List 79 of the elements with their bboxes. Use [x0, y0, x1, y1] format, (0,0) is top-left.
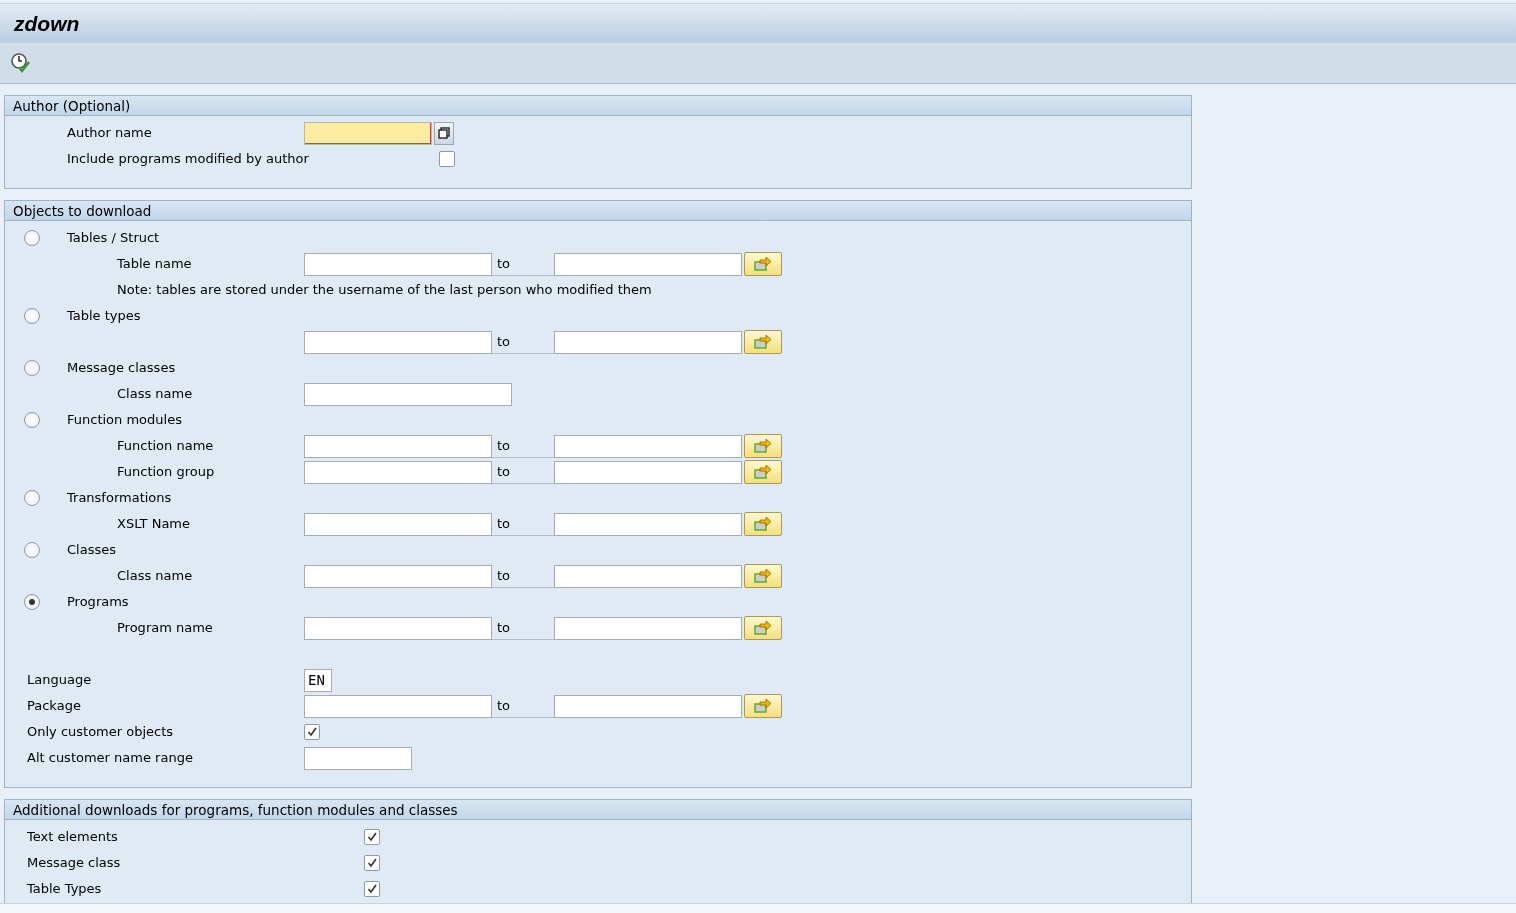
group-box-title: Objects to download — [5, 200, 1191, 221]
execute-icon[interactable] — [10, 52, 32, 74]
note-text: Note: tables are stored under the username of the last person who modified them — [117, 281, 652, 300]
arrow-icon — [753, 334, 773, 350]
range-from-field[interactable] — [304, 564, 492, 588]
option-label: Table types — [67, 307, 141, 326]
radio-button[interactable] — [24, 360, 40, 376]
field-label: XSLT Name — [117, 515, 191, 534]
range-to-field[interactable] — [554, 564, 742, 588]
field-label: Language — [27, 671, 92, 690]
field-label: Class name — [117, 385, 193, 404]
field-label: Author name — [67, 124, 152, 143]
range-from-field[interactable] — [304, 434, 492, 458]
radio-button[interactable] — [24, 542, 40, 558]
window-title: zdown — [14, 10, 80, 37]
range-to-field[interactable] — [554, 694, 742, 718]
range-to-field[interactable] — [554, 616, 742, 640]
range-from-field[interactable] — [304, 616, 492, 640]
option-label: Classes — [67, 541, 116, 560]
option-label: Tables / Struct — [67, 229, 160, 248]
field-label: Only customer objects — [27, 723, 174, 742]
range-from-field[interactable] — [304, 330, 492, 354]
checkbox[interactable] — [364, 881, 380, 897]
field-label: Package — [27, 697, 81, 716]
radio-button[interactable] — [24, 230, 40, 246]
field-label: Alt customer name range — [27, 749, 193, 768]
multiple-selection-button[interactable] — [744, 434, 782, 458]
multiple-selection-button[interactable] — [744, 694, 782, 718]
field-label: Function group — [117, 463, 215, 482]
range-from-field[interactable] — [304, 460, 492, 484]
multiple-selection-button[interactable] — [744, 616, 782, 640]
input-field[interactable] — [304, 382, 512, 406]
arrow-icon — [753, 256, 773, 272]
range-to-field[interactable] — [554, 330, 742, 354]
field-label: Text elements — [27, 828, 118, 847]
group-box-title: Additional downloads for programs, function modules and classes — [5, 799, 1191, 820]
checkbox[interactable] — [304, 724, 320, 740]
field-label: Class name — [117, 567, 193, 586]
checkbox[interactable] — [364, 855, 380, 871]
arrow-icon — [753, 698, 773, 714]
range-to-field[interactable] — [554, 252, 742, 276]
option-label: Transformations — [67, 489, 172, 508]
option-label: Function modules — [67, 411, 182, 430]
field-label: Function name — [117, 437, 214, 456]
copy-icon — [438, 127, 450, 139]
range-to-field[interactable] — [554, 434, 742, 458]
field-label: Include programs modified by author — [67, 150, 309, 169]
field-label: Table name — [117, 255, 192, 274]
range-from-field[interactable] — [304, 252, 492, 276]
option-label: Programs — [67, 593, 129, 612]
range-to-field[interactable] — [554, 512, 742, 536]
checkbox[interactable] — [364, 829, 380, 845]
multiple-selection-button[interactable] — [744, 330, 782, 354]
multiple-selection-button[interactable] — [744, 252, 782, 276]
input-field[interactable] — [304, 746, 412, 770]
multiple-selection-button[interactable] — [744, 512, 782, 536]
value-help-button[interactable] — [434, 121, 454, 145]
radio-button[interactable] — [24, 594, 40, 610]
range-from-field[interactable] — [304, 694, 492, 718]
group-box-title: Author (Optional) — [5, 95, 1191, 116]
field-label: Message class — [27, 854, 121, 873]
checkbox[interactable] — [438, 151, 455, 167]
language-field[interactable]: EN — [304, 668, 332, 692]
arrow-icon — [753, 464, 773, 480]
multiple-selection-button[interactable] — [744, 564, 782, 588]
field-label: Program name — [117, 619, 213, 638]
multiple-selection-button[interactable] — [744, 460, 782, 484]
radio-button[interactable] — [24, 490, 40, 506]
option-label: Message classes — [67, 359, 176, 378]
arrow-icon — [753, 516, 773, 532]
arrow-icon — [753, 568, 773, 584]
range-from-field[interactable] — [304, 512, 492, 536]
input-field[interactable] — [304, 121, 432, 145]
radio-button[interactable] — [24, 308, 40, 324]
range-to-field[interactable] — [554, 460, 742, 484]
radio-button[interactable] — [24, 412, 40, 428]
arrow-icon — [753, 620, 773, 636]
field-label: Table Types — [27, 880, 102, 899]
arrow-icon — [753, 438, 773, 454]
